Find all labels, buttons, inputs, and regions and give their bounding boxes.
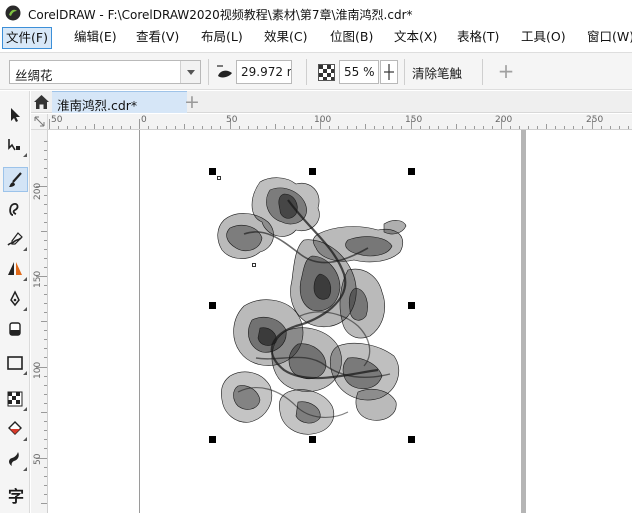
home-icon [34,95,49,109]
interactive-fill-tool-icon[interactable] [3,417,28,442]
stepper-icon [384,64,394,80]
ruler-label: 50 [51,115,63,125]
ruler-ticks [49,119,629,129]
chevron-down-icon[interactable] [180,61,200,83]
ruler-label: 100 [33,361,43,379]
crop-tool-icon[interactable] [3,257,28,282]
brush-stroke-value: 丝绸花 [15,68,53,83]
transparency-icon [318,64,335,81]
vertical-ruler[interactable]: 200 150 100 50 [31,130,48,513]
plus-icon[interactable]: + [180,93,204,113]
menu-window[interactable]: 窗口(W) [584,27,632,49]
selection-handle [209,168,216,175]
ruler-label: 200 [33,182,43,200]
ruler-label: 100 [314,115,332,125]
selection-handle [209,302,216,309]
menu-layout[interactable]: 布局(L) [198,27,246,49]
stroke-width-icon [217,65,232,78]
ruler-label: 250 [586,115,604,125]
menu-bitmaps[interactable]: 位图(B) [327,27,376,49]
menu-table[interactable]: 表格(T) [454,27,502,49]
smart-fill-tool-icon[interactable] [3,447,28,472]
ruler-origin-icon [34,116,45,127]
transparency-input[interactable]: 55 % [339,60,379,84]
menu-tools[interactable]: 工具(O) [518,27,569,49]
selection-handle [309,436,316,443]
artistic-media-tool-icon[interactable] [3,167,28,192]
drawing-canvas[interactable] [48,130,632,513]
plus-icon[interactable]: + [496,59,516,83]
ruler-label: 50 [226,115,238,125]
ruler-origin[interactable] [31,114,48,130]
property-bar: 丝绸花 29.972 mm 55 % 清除笔触 + [0,52,632,90]
selection-handle [209,436,216,443]
text-tool-icon[interactable]: 字 [3,481,28,506]
menu-text[interactable]: 文本(X) [391,27,440,49]
pick-tool-icon[interactable] [3,103,28,128]
ruler-label: 150 [33,270,43,288]
home-tab[interactable] [31,91,52,113]
ruler-label: 0 [141,115,147,125]
horizontal-ruler[interactable]: 50 0 50 100 150 200 250 [48,114,632,130]
selection-handle [408,302,415,309]
document-tab-bar: 淮南鸿烈.cdr* + [31,91,632,113]
brush-stroke-select[interactable]: 丝绸花 [9,60,201,84]
ruler-label: 150 [405,115,423,125]
menu-bar: 文件(F) 编辑(E) 查看(V) 布局(L) 效果(C) 位图(B) 文本(X… [0,26,632,50]
divider [306,59,307,85]
menu-effects[interactable]: 效果(C) [261,27,310,49]
ruler-label: 200 [495,115,513,125]
document-tab[interactable]: 淮南鸿烈.cdr* + [52,91,200,113]
node-handle [217,176,221,180]
rectangle-tool-icon[interactable] [3,351,28,376]
transparency-tool-icon[interactable] [3,387,28,412]
text-tool-glyph: 字 [8,487,25,506]
clear-stroke-button[interactable]: 清除笔触 [412,63,462,82]
divider [208,59,209,85]
menu-view[interactable]: 查看(V) [133,27,182,49]
menu-file[interactable]: 文件(F) [2,27,52,49]
divider [404,59,405,85]
eraser-tool-icon[interactable] [3,317,28,342]
menu-edit[interactable]: 编辑(E) [71,27,120,49]
toolbox: 字 [0,91,30,513]
selection-handle [408,168,415,175]
node-handle [252,263,256,267]
selection-handle [408,436,415,443]
title-bar: CorelDRAW - F:\CorelDRAW2020视频教程\素材\第7章\… [0,0,632,26]
window-title: CorelDRAW - F:\CorelDRAW2020视频教程\素材\第7章\… [28,8,413,22]
pen-tool-icon[interactable] [3,287,28,312]
coreldraw-logo-icon [5,5,21,21]
silk-flower-artwork[interactable] [48,130,632,513]
document-tab-label: 淮南鸿烈.cdr* [57,98,138,113]
selection-handle [309,168,316,175]
shape-tool-icon[interactable] [3,133,28,158]
stroke-width-input[interactable]: 29.972 mm [236,60,292,84]
smart-drawing-tool-icon[interactable] [3,197,28,222]
transparency-stepper[interactable] [380,60,398,84]
ruler-label: 50 [33,453,43,465]
freehand-tool-icon[interactable] [3,227,28,252]
divider [482,59,483,85]
